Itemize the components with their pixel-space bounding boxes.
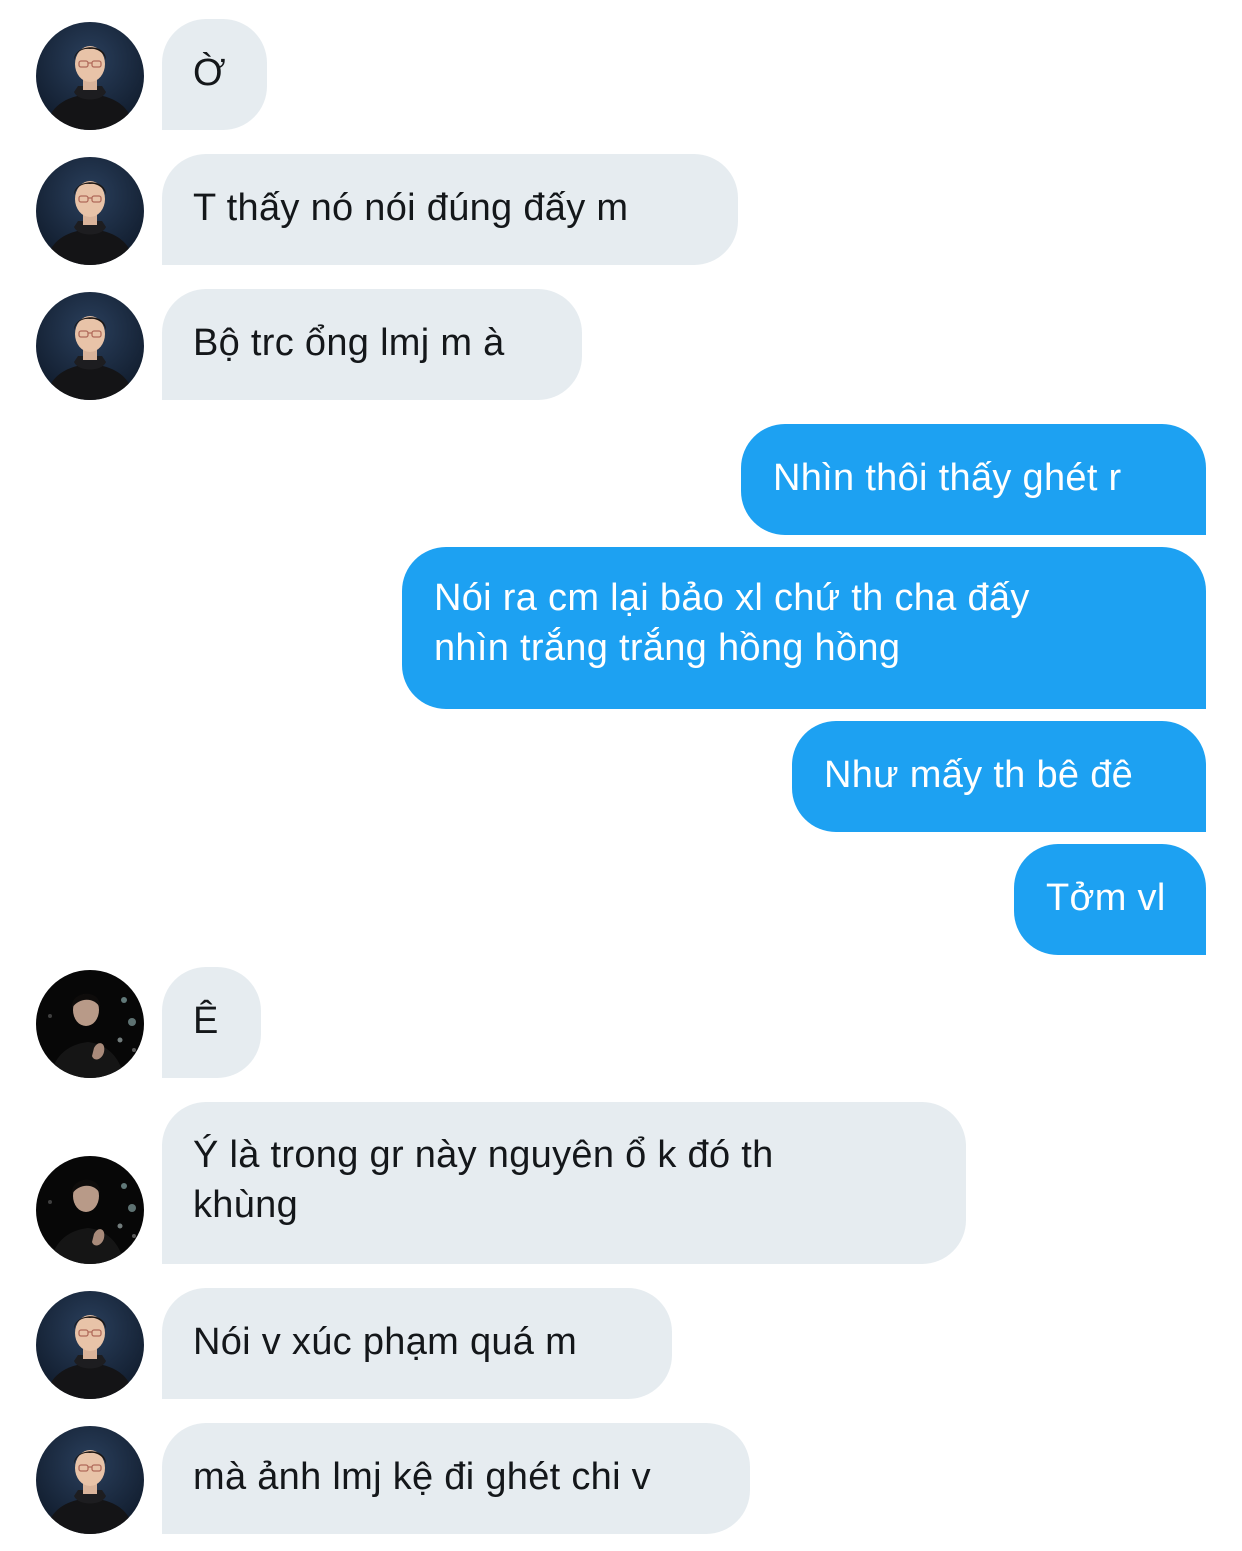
message-text: Nhìn thôi thấy ghét r [773, 457, 1122, 499]
message-thread: Ờ T thấy nó nói đúng đấy m Bộ trc ổng lm… [0, 0, 1242, 1551]
message-text: Như mấy th bê đê [824, 754, 1134, 796]
sender-avatar[interactable] [36, 1156, 144, 1264]
message-text: Nói v xúc phạm quá m [193, 1321, 578, 1363]
message-text: Ờ [193, 52, 226, 94]
message-text-line: nhìn trắng trắng hồng hồng [434, 627, 901, 669]
sender-avatar[interactable] [36, 1291, 144, 1399]
message-text: T thấy nó nói đúng đấy m [193, 187, 629, 229]
sender-avatar[interactable] [36, 22, 144, 130]
profile-photo-icon [36, 157, 144, 265]
profile-photo-icon [36, 1291, 144, 1399]
message-bubble[interactable]: Nói v xúc phạm quá m [162, 1288, 672, 1399]
message-bubble[interactable]: Ờ [162, 19, 267, 130]
profile-photo-icon [36, 1156, 144, 1264]
message-bubble[interactable]: T thấy nó nói đúng đấy m [162, 154, 738, 265]
profile-photo-icon [36, 292, 144, 400]
message-text-line: Nói ra cm lại bảo xl chứ th cha đấy [434, 577, 1030, 619]
message-bubble[interactable]: Nói ra cm lại bảo xl chứ th cha đấy nhìn… [402, 547, 1206, 709]
message-text-line: Ý là trong gr này nguyên ổ k đó th [193, 1134, 774, 1176]
message-bubble[interactable]: mà ảnh lmj kệ đi ghét chi v [162, 1423, 750, 1534]
message-bubble[interactable]: Bộ trc ổng lmj m à [162, 289, 582, 400]
message-text-line: khùng [193, 1184, 299, 1226]
message-bubble[interactable]: Nhìn thôi thấy ghét r [741, 424, 1206, 535]
message-bubble[interactable]: Ý là trong gr này nguyên ổ k đó th khùng [162, 1102, 966, 1264]
message-text: Tởm vl [1046, 877, 1166, 919]
sender-avatar[interactable] [36, 157, 144, 265]
profile-photo-icon [36, 970, 144, 1078]
message-bubble[interactable]: Như mấy th bê đê [792, 721, 1206, 832]
sender-avatar[interactable] [36, 1426, 144, 1534]
sender-avatar[interactable] [36, 292, 144, 400]
message-bubble[interactable]: Tởm vl [1014, 844, 1206, 955]
message-bubble[interactable]: Ê [162, 967, 261, 1078]
message-text: Bộ trc ổng lmj m à [193, 322, 505, 364]
message-text: mà ảnh lmj kệ đi ghét chi v [193, 1456, 651, 1498]
profile-photo-icon [36, 22, 144, 130]
profile-photo-icon [36, 1426, 144, 1534]
sender-avatar[interactable] [36, 970, 144, 1078]
message-text: Ê [193, 1000, 219, 1042]
